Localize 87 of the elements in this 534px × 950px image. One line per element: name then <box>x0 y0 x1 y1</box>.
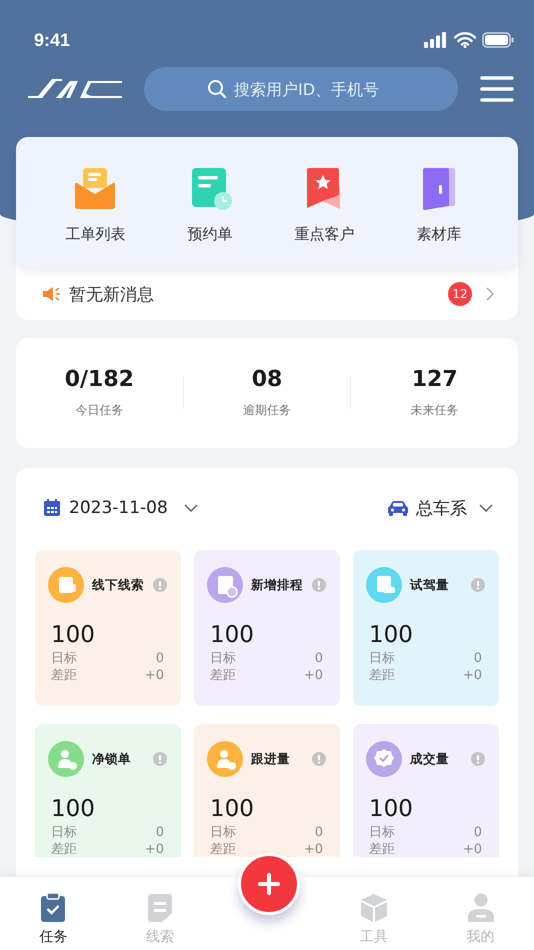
metric-tile[interactable]: 试驾量 100 日标 0 差距 +0 <box>353 550 499 706</box>
target-label: 日标 <box>369 650 395 667</box>
clipboard-check-icon <box>40 893 66 923</box>
metric-title: 新增排程 <box>251 576 304 594</box>
metric-tile[interactable]: 线下线索 100 日标 0 差距 +0 <box>35 550 181 706</box>
add-button[interactable] <box>238 853 300 915</box>
target-value: 0 <box>474 824 482 841</box>
metric-title: 跟进量 <box>251 750 291 768</box>
info-icon[interactable] <box>153 578 167 592</box>
gap-value: +0 <box>304 667 323 684</box>
stat-label: 未来任务 <box>410 402 459 419</box>
metric-tile[interactable]: 跟进量 100 日标 0 差距 +0 <box>194 724 340 857</box>
metric-value: 100 <box>51 622 96 650</box>
gap-label: 差距 <box>51 667 77 684</box>
metric-value: 100 <box>210 622 255 650</box>
info-icon[interactable] <box>153 752 167 766</box>
gap-label: 差距 <box>369 667 395 684</box>
chevron-down-icon <box>184 504 198 512</box>
gap-label: 差距 <box>210 667 236 684</box>
metric-value: 100 <box>51 796 96 824</box>
calendar-icon <box>43 499 61 517</box>
cube-icon <box>358 893 389 923</box>
metric-title: 试驾量 <box>410 576 450 594</box>
target-label: 日标 <box>51 650 77 667</box>
document-icon <box>48 567 84 603</box>
date-picker[interactable]: 2023-11-08 <box>43 498 198 518</box>
stat-label: 今日任务 <box>75 402 124 419</box>
target-value: 0 <box>474 650 482 667</box>
quick-action[interactable]: 重点客户 <box>279 167 370 244</box>
stat-value: 0/182 <box>64 367 134 392</box>
target-label: 日标 <box>210 824 236 841</box>
quick-action[interactable]: 预约单 <box>164 167 255 244</box>
series-picker[interactable]: 总车系 <box>388 496 493 520</box>
target-value: 0 <box>156 650 164 667</box>
gap-value: +0 <box>304 841 323 858</box>
signal-icon <box>424 32 448 48</box>
search-icon <box>207 79 227 99</box>
info-icon[interactable] <box>471 578 485 592</box>
target-label: 日标 <box>51 824 77 841</box>
speaker-icon <box>42 286 60 302</box>
gap-label: 差距 <box>51 841 77 858</box>
metric-title: 净锁单 <box>92 750 132 768</box>
status-time: 9:41 <box>34 30 70 50</box>
metric-value: 100 <box>210 796 255 824</box>
metric-value: 100 <box>369 622 414 650</box>
gap-value: +0 <box>144 667 164 684</box>
plus-icon <box>258 873 280 895</box>
target-value: 0 <box>314 650 323 667</box>
gap-label: 差距 <box>369 841 395 858</box>
notice-text: 暂无新消息 <box>69 284 155 306</box>
chevron-down-icon <box>479 504 493 512</box>
gap-label: 差距 <box>210 841 236 858</box>
stat-value: 08 <box>252 367 282 392</box>
stat-label: 逾期任务 <box>243 402 291 419</box>
tab[interactable]: 任务 <box>0 877 107 950</box>
info-icon[interactable] <box>312 578 326 592</box>
search-field[interactable]: 搜索用户ID、手机号 <box>144 67 458 111</box>
quick-action[interactable]: 素材库 <box>394 167 484 244</box>
document-icon <box>147 893 174 923</box>
chevron-right-icon[interactable] <box>486 287 494 301</box>
logo-icon <box>28 79 122 99</box>
gap-value: +0 <box>462 667 482 684</box>
wifi-icon <box>454 32 476 48</box>
unread-count: 12 <box>448 282 472 306</box>
target-value: 0 <box>314 824 323 841</box>
info-icon[interactable] <box>312 752 326 766</box>
stat-value: 127 <box>412 367 458 392</box>
metric-title: 线下线索 <box>92 576 145 594</box>
envelope-icon <box>73 167 118 211</box>
metric-tile[interactable]: 成交量 100 日标 0 差距 +0 <box>353 724 499 857</box>
gap-value: +0 <box>144 841 164 858</box>
gap-value: +0 <box>462 841 482 858</box>
car-icon <box>388 500 408 516</box>
metric-value: 100 <box>369 796 414 824</box>
user-check-icon <box>48 741 84 777</box>
metric-title: 成交量 <box>410 750 450 768</box>
metric-tile[interactable]: 新增排程 100 日标 0 差距 +0 <box>194 550 340 706</box>
menu-icon[interactable] <box>480 76 514 102</box>
metric-tile[interactable]: 净锁单 100 日标 0 差距 +0 <box>35 724 181 857</box>
target-label: 日标 <box>369 824 395 841</box>
battery-icon <box>482 32 514 48</box>
info-icon[interactable] <box>471 752 485 766</box>
badge-check-icon <box>366 741 402 777</box>
target-label: 日标 <box>210 650 236 667</box>
quick-action[interactable]: 工单列表 <box>50 167 140 244</box>
target-value: 0 <box>156 824 164 841</box>
user-icon <box>466 893 495 923</box>
